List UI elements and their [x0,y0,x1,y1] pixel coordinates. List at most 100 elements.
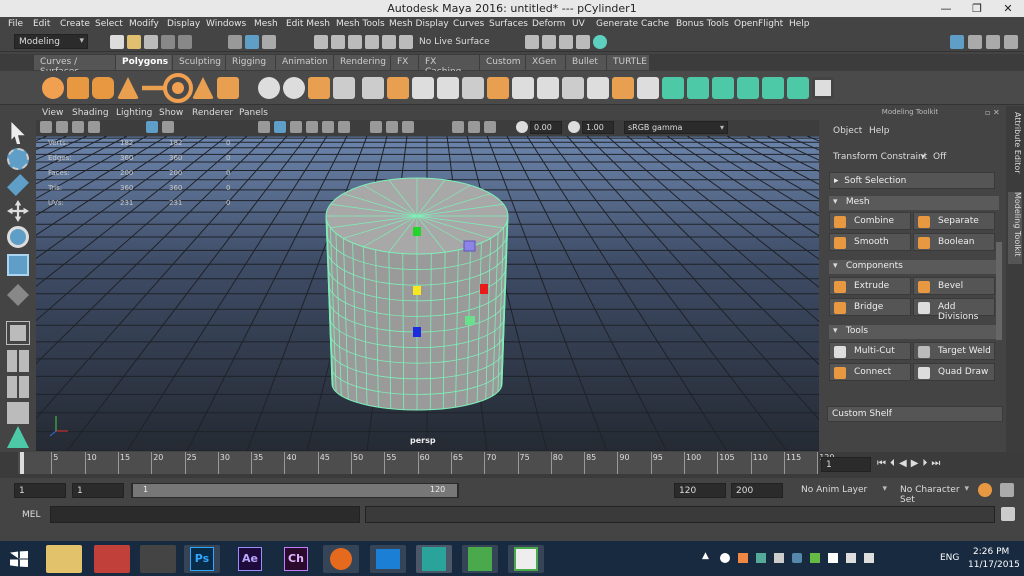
maximize-button[interactable]: ❐ [962,0,992,17]
snap-grid-icon[interactable] [314,35,328,49]
toolkit-help-menu[interactable]: Help [869,126,890,136]
shelf-tab-polygons[interactable]: Polygons [116,55,172,70]
camera-app-icon[interactable] [140,545,176,573]
manip-z-handle[interactable] [413,327,421,337]
poly-cube-icon[interactable] [67,77,89,99]
combine-icon[interactable] [258,77,280,99]
layout-tool-settings-icon[interactable] [1004,35,1018,49]
lasso-tool-icon[interactable] [7,148,29,170]
render-frame-icon[interactable] [542,35,556,49]
script-editor-icon[interactable] [1001,507,1015,521]
mirror-icon[interactable] [612,77,634,99]
poly-cone-icon[interactable] [117,77,139,99]
cut-uv-icon[interactable] [787,77,809,99]
new-scene-icon[interactable] [110,35,124,49]
gamma-icon[interactable] [568,121,580,133]
shelf-tab-bullet[interactable]: Bullet [566,55,606,70]
range-slider-track[interactable]: 1 120 [131,483,459,498]
xray-joints-icon[interactable] [484,121,496,133]
bevel-icon[interactable] [412,77,434,99]
gamma-field[interactable]: 1.00 [582,121,614,134]
select-tool-icon[interactable] [11,122,25,144]
insert-edge-loop-icon[interactable] [462,77,484,99]
custom-shelf-section[interactable]: Custom Shelf [827,406,1003,422]
shelf-tab-fx[interactable]: FX [391,55,418,70]
poly-plane-icon[interactable] [142,85,164,91]
smooth-icon[interactable] [333,77,355,99]
shelf-tab-curves-surfaces[interactable]: Curves / Surfaces [34,55,115,77]
attribute-editor-tab[interactable]: Attribute Editor [1008,112,1022,192]
extrude-icon[interactable] [362,77,384,99]
tray-app-icon[interactable] [738,553,748,563]
lights-icon[interactable] [322,121,334,133]
character-animator-taskbar-button[interactable]: Ch [278,545,314,573]
connect-button[interactable]: Connect [829,363,911,381]
file-explorer-icon[interactable] [46,545,82,573]
hypershade-icon[interactable] [593,35,607,49]
single-perspective-layout-icon[interactable] [6,321,30,345]
current-time-marker[interactable] [20,452,24,474]
snap-view-plane-icon[interactable] [365,35,379,49]
render-view-icon[interactable] [525,35,539,49]
menuset-dropdown[interactable]: Modeling [14,34,88,49]
target-weld-button[interactable]: Target Weld [913,342,995,360]
shelf-tab-animation[interactable]: Animation [276,55,333,70]
menu-mesh-tools[interactable]: Mesh Tools [336,19,385,29]
anim-start-field[interactable]: 1 [14,483,66,498]
manip-xy-plane-handle[interactable] [463,240,476,252]
playback-start-field[interactable]: 1 [72,483,124,498]
panel-menu-view[interactable]: View [42,108,63,118]
menu-deform[interactable]: Deform [532,19,565,29]
persp-outliner-layout-icon[interactable] [7,376,29,398]
menu-edit-mesh[interactable]: Edit Mesh [286,19,330,29]
anim-layer-dropdown[interactable]: No Anim Layer [797,483,890,498]
camtasia-taskbar-button[interactable] [462,545,498,573]
time-slider[interactable]: 5 10 15 20 25 30 35 40 45 50 55 60 65 70 75 80 85 90 95 100… [0,452,1024,478]
transform-constraint-chevron[interactable]: ▾ [921,152,925,161]
ipr-render-icon[interactable] [559,35,573,49]
scale-tool-icon[interactable] [7,254,29,276]
maya-taskbar-button[interactable] [416,545,452,573]
cylindrical-map-icon[interactable] [687,77,709,99]
close-button[interactable]: ✕ [993,0,1023,17]
exposure-icon[interactable] [516,121,528,133]
shelf-tab-custom[interactable]: Custom [480,55,525,70]
tray-app4-icon[interactable] [792,553,802,563]
extract-icon[interactable] [308,77,330,99]
uv-editor-icon[interactable] [762,77,784,99]
bevel-button[interactable]: Bevel [913,277,995,295]
target-weld-icon[interactable] [537,77,559,99]
clock-date[interactable]: 11/17/2015 [968,560,1020,570]
layout-channelbox-icon[interactable] [968,35,982,49]
isolate-select-icon[interactable] [452,121,464,133]
onedrive-icon[interactable] [828,553,838,563]
tray-overflow-icon[interactable]: ▲ [702,551,709,561]
modeling-toolkit-icon[interactable] [7,426,29,448]
perspective-viewport[interactable]: Verts: 182 182 0 Edges: 360 360 0 Faces: 200 200 0 T… [36,136,819,451]
shelf-tab-xgen[interactable]: XGen [526,55,565,70]
magnet-icon[interactable] [399,35,413,49]
smooth-button[interactable]: Smooth [829,233,911,251]
image-plane-icon[interactable] [88,121,100,133]
mel-label[interactable]: MEL [22,510,40,520]
auto-key-icon[interactable] [978,483,992,497]
quad-draw-button[interactable]: Quad Draw [913,363,995,381]
rotate-tool-icon[interactable] [7,226,29,248]
panel-menu-show[interactable]: Show [159,108,183,118]
poly-torus-icon[interactable] [163,73,193,103]
tools-section-header[interactable]: ▾ Tools [829,325,999,339]
manip-x-handle[interactable] [480,284,488,294]
layout-attribute-icon[interactable] [986,35,1000,49]
steam-icon[interactable] [720,553,730,563]
colorspace-dropdown[interactable]: sRGB gamma [624,121,728,134]
toolkit-scrollbar[interactable] [996,242,1002,340]
toolkit-float-icon[interactable]: ▫ ✕ [985,108,1000,117]
select-camera-icon[interactable] [40,121,52,133]
start-button-icon[interactable] [10,551,28,567]
current-frame-field[interactable]: 1 [821,457,871,472]
snap-curve-icon[interactable] [331,35,345,49]
menu-modify[interactable]: Modify [129,19,159,29]
poly-cylinder-icon[interactable] [92,77,114,99]
modeling-toolkit-tab[interactable]: Modeling Toolkit [1008,192,1022,264]
language-indicator[interactable]: ENG [940,553,959,563]
